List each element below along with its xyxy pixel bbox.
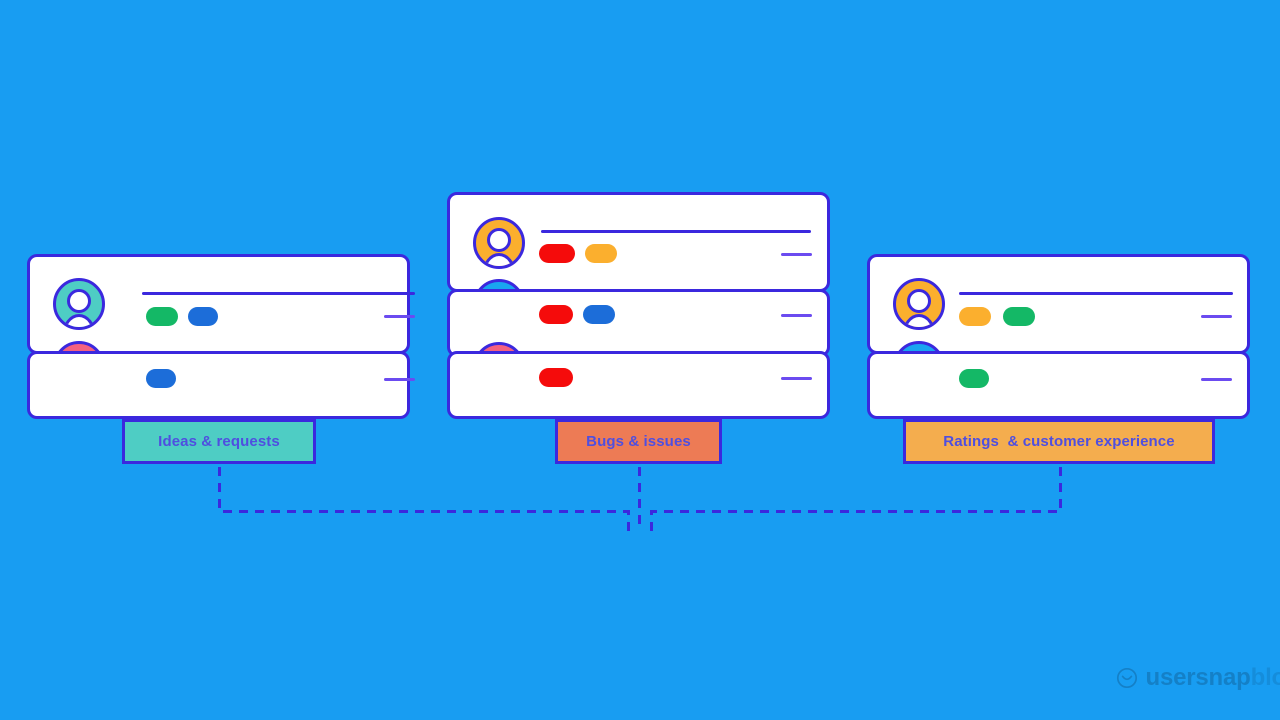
- tag-pill[interactable]: [146, 307, 178, 326]
- card-row[interactable]: [867, 351, 1250, 419]
- connector-left: [218, 467, 630, 531]
- card-row[interactable]: [447, 351, 830, 419]
- tag-pill[interactable]: [188, 307, 218, 326]
- tag-pill[interactable]: [539, 368, 573, 387]
- card-stack-ratings: [867, 254, 1250, 419]
- tag-pill[interactable]: [959, 307, 991, 326]
- avatar: [893, 278, 945, 330]
- tag-pill[interactable]: [539, 244, 575, 263]
- tag-pill[interactable]: [539, 305, 573, 324]
- column-bugs: Bugs & issues: [447, 192, 830, 464]
- tag-pill[interactable]: [959, 369, 989, 388]
- tag-pill[interactable]: [1003, 307, 1035, 326]
- category-label-ideas[interactable]: Ideas & requests: [122, 419, 316, 464]
- card-stack-bugs: [447, 192, 830, 419]
- avatar-head: [487, 228, 511, 252]
- avatar-head: [67, 289, 91, 313]
- category-label-bugs[interactable]: Bugs & issues: [555, 419, 722, 464]
- avatar-head: [907, 289, 931, 313]
- tag-pill[interactable]: [585, 244, 617, 263]
- watermark-brand: usersnap: [1145, 664, 1251, 691]
- column-ratings: Ratings & customer experience: [867, 254, 1250, 464]
- card-stack-ideas: [27, 254, 415, 419]
- title-placeholder-line: [959, 292, 1233, 295]
- watermark-text: usersnapblo: [1145, 664, 1280, 692]
- watermark-suffix: blo: [1250, 664, 1280, 691]
- meta-placeholder-line: [781, 314, 812, 317]
- tag-pill[interactable]: [146, 369, 176, 388]
- meta-placeholder-line: [384, 315, 415, 318]
- usersnap-smile-icon: [1117, 667, 1138, 689]
- meta-placeholder-line: [1201, 378, 1232, 381]
- meta-placeholder-line: [1201, 315, 1232, 318]
- meta-placeholder-line: [781, 377, 812, 380]
- tag-pill[interactable]: [583, 305, 615, 324]
- meta-placeholder-line: [384, 378, 415, 381]
- title-placeholder-line: [142, 292, 415, 295]
- category-label-ratings[interactable]: Ratings & customer experience: [903, 419, 1215, 464]
- title-placeholder-line: [541, 230, 811, 233]
- connector-right: [650, 467, 1062, 531]
- column-ideas: Ideas & requests: [27, 254, 415, 464]
- avatar: [473, 217, 525, 269]
- card-row[interactable]: [27, 351, 410, 419]
- meta-placeholder-line: [781, 253, 812, 256]
- avatar: [53, 278, 105, 330]
- diagram-canvas: Ideas & requests Bugs & issues Ratings &…: [0, 0, 1280, 720]
- usersnap-watermark: usersnapblo: [1116, 664, 1280, 692]
